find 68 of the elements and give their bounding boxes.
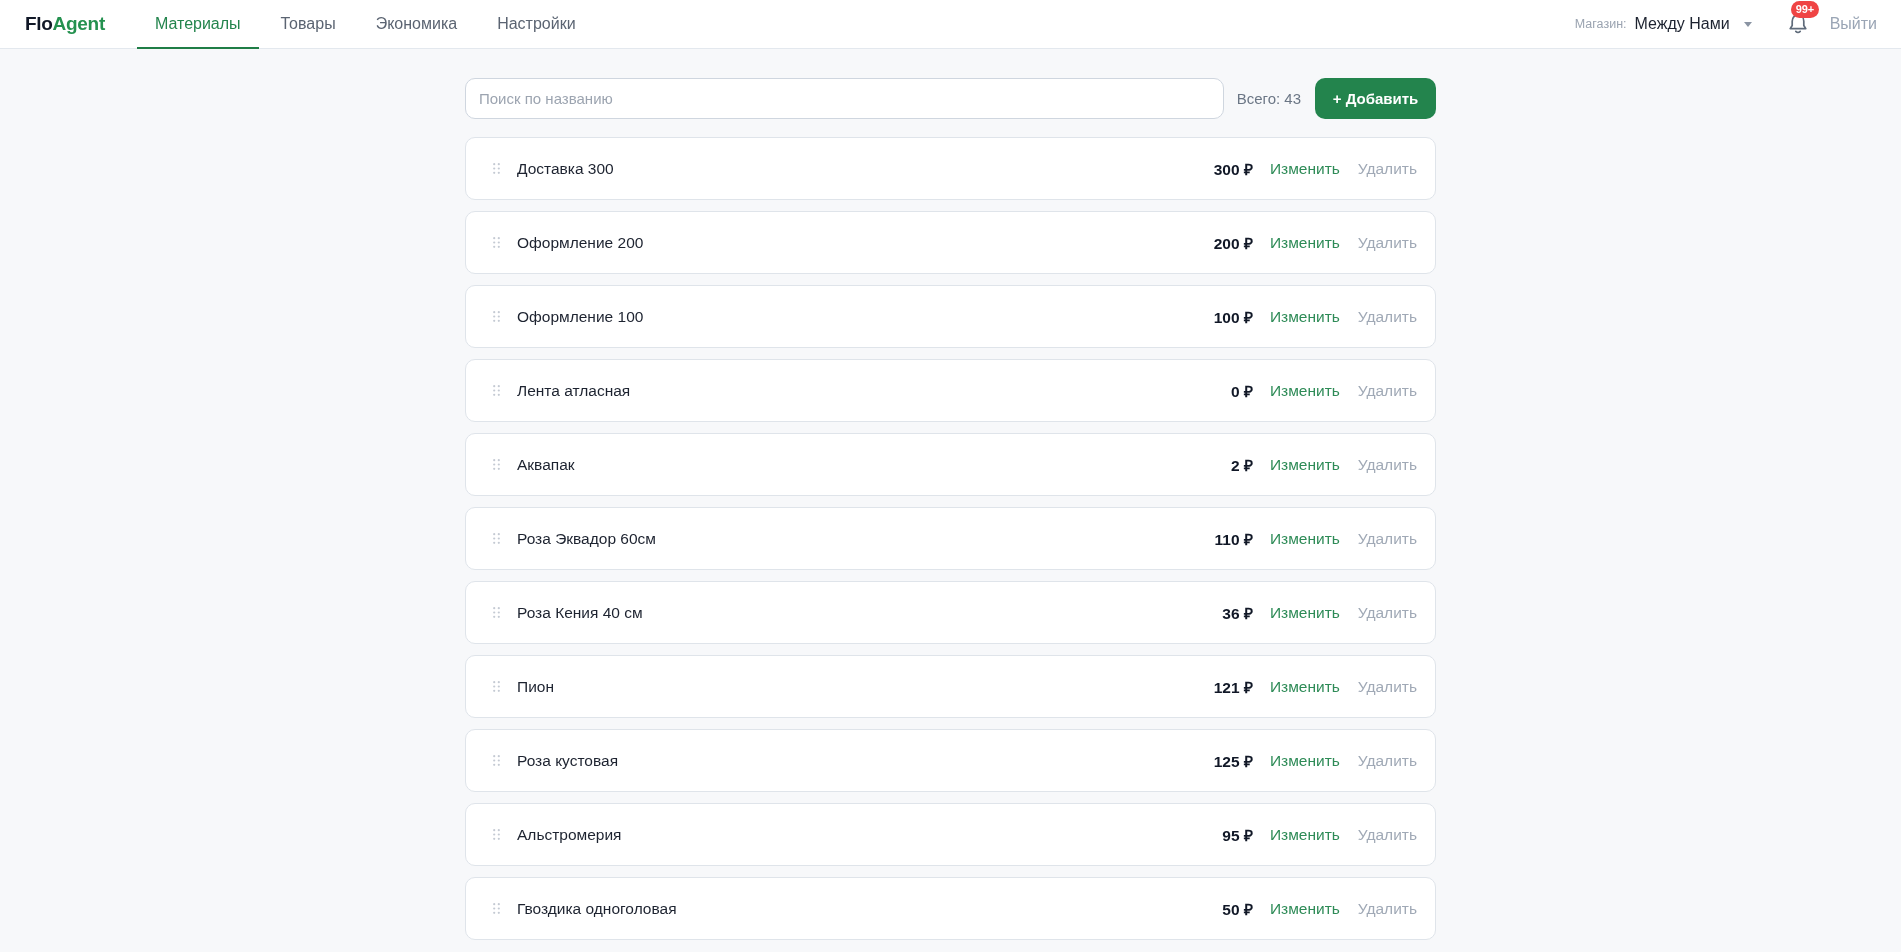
material-name: Доставка 300 [517,159,615,178]
delete-link[interactable]: Удалить [1357,159,1417,178]
delete-link[interactable]: Удалить [1357,307,1417,326]
material-price: 121 ₽ [1213,677,1253,698]
drag-handle-icon[interactable] [493,385,500,396]
drag-handle-icon[interactable] [493,607,500,618]
drag-handle-icon[interactable] [493,681,500,692]
delete-link[interactable]: Удалить [1357,603,1417,622]
notification-badge: 99+ [1790,1,1820,18]
material-price: 110 ₽ [1214,529,1253,550]
logo[interactable]: FloAgent [25,0,105,48]
material-name: Роза Эквадор 60см [517,529,657,548]
store-dropdown[interactable]: Между Нами [1634,15,1752,33]
material-name: Лента атласная [517,381,632,400]
nav-tab[interactable]: Товары [262,0,354,49]
total-count: Всего: 43 [1236,90,1301,107]
material-price: 95 ₽ [1222,825,1253,846]
edit-link[interactable]: Изменить [1269,825,1340,844]
add-button[interactable]: + Добавить [1315,78,1436,119]
material-price: 0 ₽ [1230,381,1253,402]
material-name: Роза кустовая [517,751,620,770]
edit-link[interactable]: Изменить [1269,529,1340,548]
delete-link[interactable]: Удалить [1357,677,1417,696]
edit-link[interactable]: Изменить [1269,307,1340,326]
material-price: 50 ₽ [1222,899,1253,920]
drag-handle-icon[interactable] [493,829,500,840]
delete-link[interactable]: Удалить [1357,233,1417,252]
nav-tab[interactable]: Материалы [136,0,259,49]
material-name: Аквапак [517,455,576,474]
material-price: 100 ₽ [1213,307,1253,328]
drag-handle-icon[interactable] [493,237,500,248]
caret-icon [1743,21,1752,27]
drag-handle-icon[interactable] [493,903,500,914]
delete-link[interactable]: Удалить [1357,529,1417,548]
nav-tab[interactable]: Экономика [357,0,476,49]
delete-link[interactable]: Удалить [1357,381,1417,400]
edit-link[interactable]: Изменить [1269,233,1340,252]
material-name: Альстромерия [517,825,623,844]
material-price: 36 ₽ [1222,603,1253,624]
edit-link[interactable]: Изменить [1269,381,1340,400]
store-label: Магазин: [1574,17,1627,31]
material-price: 2 ₽ [1230,455,1253,476]
material-name: Пион [517,677,555,696]
delete-link[interactable]: Удалить [1357,455,1417,474]
edit-link[interactable]: Изменить [1269,455,1340,474]
drag-handle-icon[interactable] [493,311,500,322]
drag-handle-icon[interactable] [493,755,500,766]
material-price: 300 ₽ [1213,159,1253,180]
edit-link[interactable]: Изменить [1269,677,1340,696]
delete-link[interactable]: Удалить [1357,751,1417,770]
edit-link[interactable]: Изменить [1269,159,1340,178]
delete-link[interactable]: Удалить [1357,825,1417,844]
edit-link[interactable]: Изменить [1269,603,1340,622]
material-name: Гвоздика одноголовая [517,899,678,918]
drag-handle-icon[interactable] [493,163,500,174]
material-price: 200 ₽ [1213,233,1253,254]
edit-link[interactable]: Изменить [1269,751,1340,770]
material-price: 125 ₽ [1213,751,1253,772]
edit-link[interactable]: Изменить [1269,899,1340,918]
drag-handle-icon[interactable] [493,533,500,544]
drag-handle-icon[interactable] [493,459,500,470]
material-name: Оформление 100 [517,307,645,326]
logout-link[interactable]: Выйти [1829,15,1877,33]
search-field[interactable]: Поиск по названию [465,78,1224,119]
nav-tab[interactable]: Настройки [479,0,594,49]
delete-link[interactable]: Удалить [1357,899,1417,918]
material-name: Роза Кения 40 см [517,603,644,622]
material-name: Оформление 200 [517,233,645,252]
